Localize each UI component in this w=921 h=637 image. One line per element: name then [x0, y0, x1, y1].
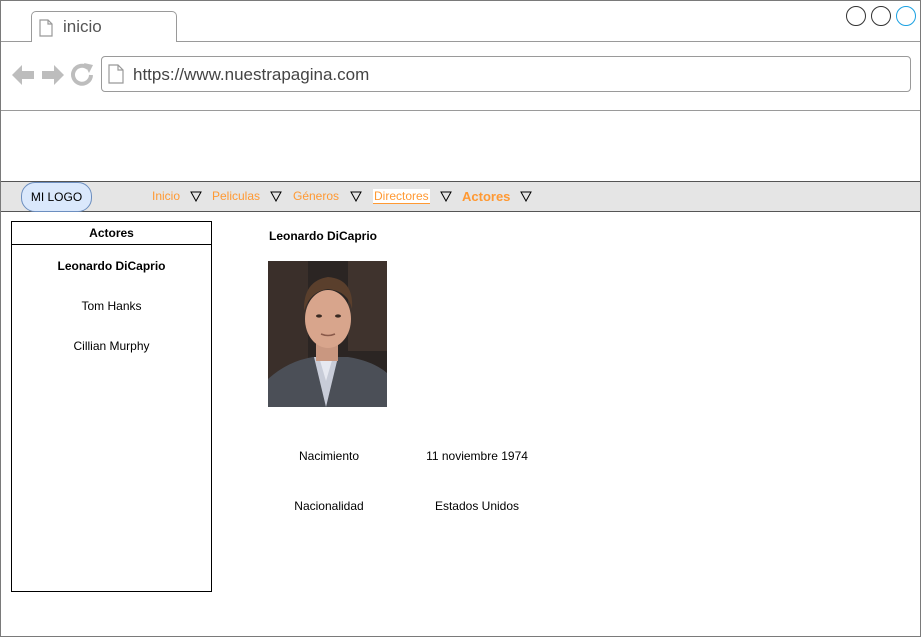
birth-value: 11 noviembre 1974: [426, 449, 528, 463]
page-icon: [39, 19, 53, 37]
url-text: https://www.nuestrapagina.com: [133, 65, 370, 84]
navigation-controls: [12, 63, 93, 86]
dropdown-triangle-icon[interactable]: [520, 191, 532, 202]
forward-arrow-icon[interactable]: [42, 65, 64, 85]
maximize-button[interactable]: [871, 6, 891, 26]
dropdown-triangle-icon[interactable]: [190, 191, 202, 202]
nav-item-directores[interactable]: Directores: [373, 189, 430, 204]
tab-strip: inicio: [1, 1, 920, 42]
dropdown-triangle-icon[interactable]: [440, 191, 452, 202]
actor-name-heading: Leonardo DiCaprio: [269, 229, 378, 243]
main-nav: MI LOGO Inicio Peliculas Géneros Directo…: [1, 181, 920, 212]
tab-title: inicio: [63, 17, 102, 36]
dropdown-triangle-icon[interactable]: [350, 191, 362, 202]
birth-label: Nacimiento: [298, 449, 360, 463]
actors-list-panel: Actores Leonardo DiCaprio Tom Hanks Cill…: [11, 221, 212, 592]
browser-window: inicio https://www.nuestrapagina.com MI …: [0, 0, 921, 637]
close-button[interactable]: [896, 6, 916, 26]
url-input[interactable]: https://www.nuestrapagina.com: [101, 56, 911, 92]
nationality-value: Estados Unidos: [434, 499, 520, 513]
nationality-label: Nacionalidad: [294, 499, 364, 513]
actors-list-title: Actores: [12, 222, 211, 245]
nav-item-generos[interactable]: Géneros: [293, 189, 339, 203]
back-arrow-icon[interactable]: [12, 65, 34, 85]
actor-photo: [268, 261, 387, 407]
dropdown-triangle-icon[interactable]: [270, 191, 282, 202]
reload-icon[interactable]: [71, 63, 93, 86]
site-logo[interactable]: MI LOGO: [21, 182, 92, 212]
nav-item-inicio[interactable]: Inicio: [152, 189, 180, 203]
minimize-button[interactable]: [846, 6, 866, 26]
nav-item-actores[interactable]: Actores: [462, 189, 510, 204]
list-item-leonardo-dicaprio[interactable]: Leonardo DiCaprio: [12, 259, 211, 273]
nav-item-peliculas[interactable]: Peliculas: [212, 189, 260, 203]
list-item-tom-hanks[interactable]: Tom Hanks: [12, 299, 211, 313]
page-icon: [108, 64, 124, 84]
address-bar-row: https://www.nuestrapagina.com: [1, 42, 920, 111]
list-item-cillian-murphy[interactable]: Cillian Murphy: [12, 339, 211, 353]
browser-tab[interactable]: inicio: [31, 11, 177, 42]
